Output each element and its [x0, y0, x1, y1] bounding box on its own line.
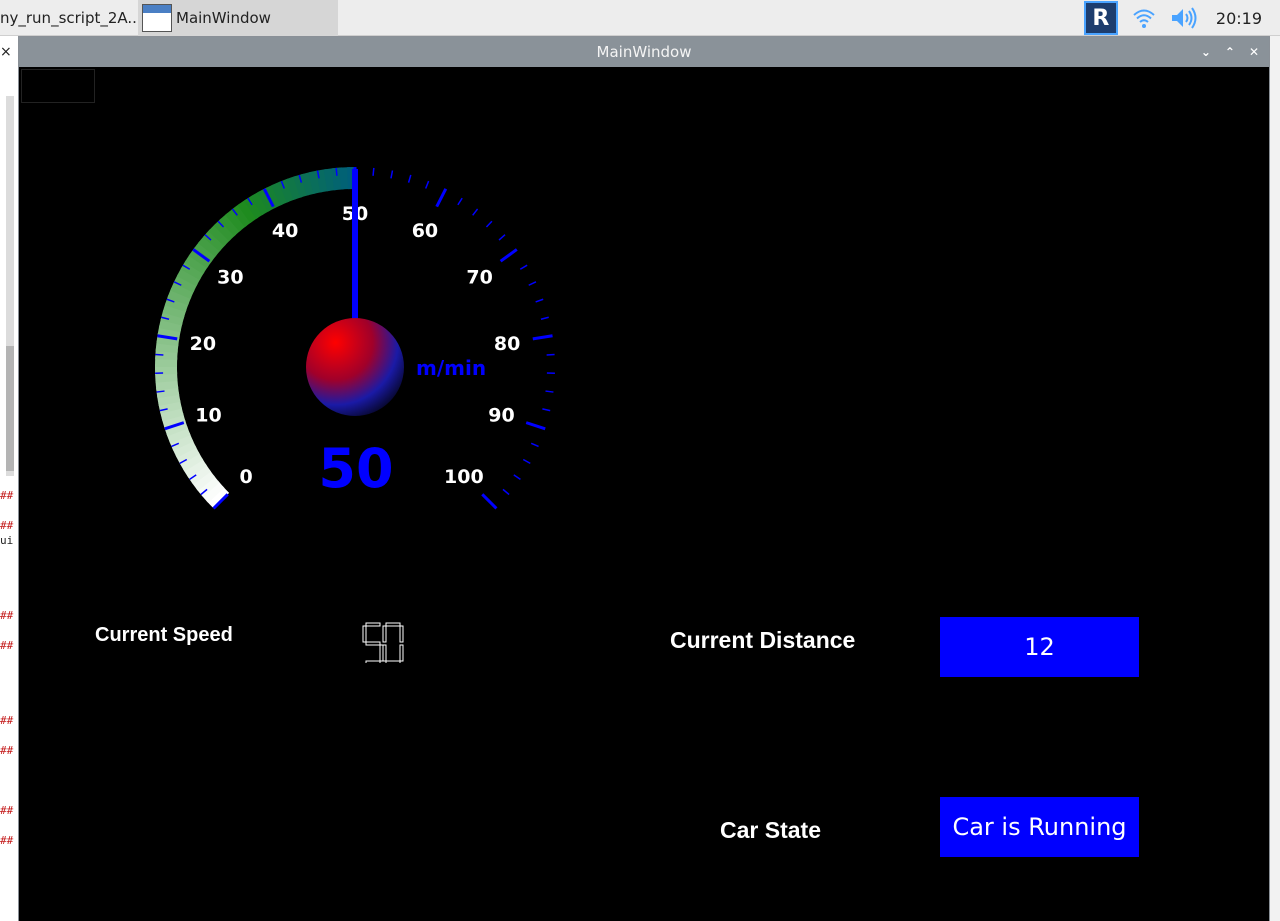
- window-icon: [142, 4, 172, 32]
- window-controls: ⌄ ⌃ ✕: [1201, 37, 1259, 67]
- code-line: ##: [0, 834, 14, 847]
- current-speed-label: Current Speed: [95, 624, 233, 646]
- lcd-segment: [365, 622, 381, 627]
- taskbar-item-script[interactable]: ny_run_script_2A...: [0, 0, 136, 36]
- distance-value: 12: [1024, 633, 1055, 661]
- gauge-tick-label: 30: [217, 266, 243, 288]
- lcd-segment: [365, 641, 381, 646]
- gauge-minor-tick: [390, 170, 394, 179]
- gauge-hub: [306, 318, 404, 416]
- current-distance-label: Current Distance: [670, 627, 856, 653]
- gauge-tick-label: 60: [412, 220, 438, 242]
- gauge-minor-tick: [546, 353, 555, 356]
- window-title: MainWindow: [596, 43, 692, 61]
- gauge-minor-tick: [335, 167, 338, 176]
- code-line: ##: [0, 609, 14, 622]
- gauge-minor-tick: [513, 474, 521, 481]
- background-editor: × ## ## ui ## ## ## ## ## ##: [0, 36, 18, 921]
- gauge-unit: m/min: [416, 356, 486, 380]
- maximize-button[interactable]: ⌃: [1225, 45, 1235, 59]
- clock[interactable]: 20:19: [1216, 9, 1262, 28]
- taskbar: ny_run_script_2A... MainWindow R 20:19: [0, 0, 1280, 36]
- gauge-tick-label: 20: [190, 333, 216, 355]
- wifi-icon[interactable]: [1130, 4, 1158, 32]
- scrollbar-thumb[interactable]: [6, 346, 14, 471]
- gauge-tick-label: 100: [444, 466, 484, 488]
- gauge-minor-tick: [457, 197, 463, 206]
- vnc-icon[interactable]: R: [1083, 1, 1118, 35]
- code-line: ##: [0, 714, 14, 727]
- gauge-major-tick: [532, 334, 553, 341]
- gauge-minor-tick: [519, 264, 528, 270]
- gauge-minor-tick: [530, 442, 539, 448]
- gauge-minor-tick: [522, 458, 531, 465]
- gauge-minor-tick: [372, 167, 375, 176]
- lcd-segment: [362, 625, 367, 643]
- gauge-minor-tick: [498, 234, 506, 241]
- lcd-segment: [399, 625, 404, 643]
- gauge-major-tick: [499, 248, 518, 263]
- code-line: ##: [0, 744, 14, 757]
- code-line: ##: [0, 519, 14, 532]
- taskbar-item-mainwindow[interactable]: MainWindow: [138, 0, 338, 36]
- code-line: ##: [0, 489, 14, 502]
- gauge-minor-tick: [407, 174, 412, 183]
- taskbar-item-mainwindow-label: MainWindow: [176, 9, 271, 27]
- gauge-tick-label: 10: [195, 405, 221, 427]
- gauge-minor-tick: [528, 281, 537, 286]
- volume-icon[interactable]: [1170, 4, 1198, 32]
- gauge-minor-tick: [156, 390, 165, 393]
- speedometer-gauge: 0102030405060708090100 m/min 50: [154, 167, 555, 510]
- gauge-minor-tick: [545, 390, 554, 393]
- lcd-segment: [382, 625, 387, 643]
- gauge-major-tick: [525, 421, 546, 431]
- gauge-minor-tick: [542, 408, 551, 412]
- minimize-button[interactable]: ⌄: [1201, 45, 1211, 59]
- lcd-segment: [385, 660, 401, 663]
- car-state-label: Car State: [720, 817, 821, 843]
- code-line: ##: [0, 804, 14, 817]
- lcd-segment: [365, 660, 381, 663]
- window-content: 0102030405060708090100 m/min 50 Current …: [19, 67, 1269, 921]
- gauge-minor-tick: [472, 208, 479, 216]
- code-line: ##: [0, 639, 14, 652]
- background-window-edge: [1270, 36, 1280, 921]
- main-window: MainWindow ⌄ ⌃ ✕ 0 10 20 30 40 50 60 70 80 90 100: [18, 36, 1270, 921]
- gauge-minor-tick: [485, 220, 493, 228]
- code-line: ui: [0, 534, 14, 547]
- gauge-tick-label: 70: [466, 266, 492, 288]
- distance-value-box: 12: [940, 617, 1139, 677]
- lcd-segment: [385, 622, 401, 627]
- gauge-tick-label: 0: [239, 466, 252, 488]
- system-tray: R 20:19: [1083, 0, 1280, 36]
- gauge-major-tick: [435, 188, 448, 208]
- close-button[interactable]: ✕: [1249, 45, 1259, 59]
- lcd-segment: [399, 644, 404, 662]
- vnc-icon-letter: R: [1092, 5, 1110, 31]
- gauge-minor-tick: [155, 353, 164, 356]
- gauge-minor-tick: [424, 180, 430, 189]
- gauge-value: 50: [318, 437, 393, 500]
- car-state-box: Car is Running: [940, 797, 1139, 857]
- gauge-tick-label: 90: [488, 405, 514, 427]
- close-icon[interactable]: ×: [0, 44, 12, 60]
- lcd-segment: [382, 644, 387, 662]
- car-state-value: Car is Running: [952, 813, 1127, 841]
- gauge-major-tick: [481, 493, 498, 510]
- gauge-minor-tick: [540, 316, 549, 320]
- gauge-minor-tick: [535, 298, 544, 303]
- speed-lcd-display: [362, 622, 404, 663]
- gauge-tick-label: 80: [494, 333, 520, 355]
- taskbar-item-script-label: ny_run_script_2A...: [0, 9, 136, 27]
- gauge-tick-label: 40: [272, 220, 298, 242]
- title-bar[interactable]: MainWindow ⌄ ⌃ ✕: [19, 37, 1269, 67]
- gauge-minor-tick: [502, 488, 510, 496]
